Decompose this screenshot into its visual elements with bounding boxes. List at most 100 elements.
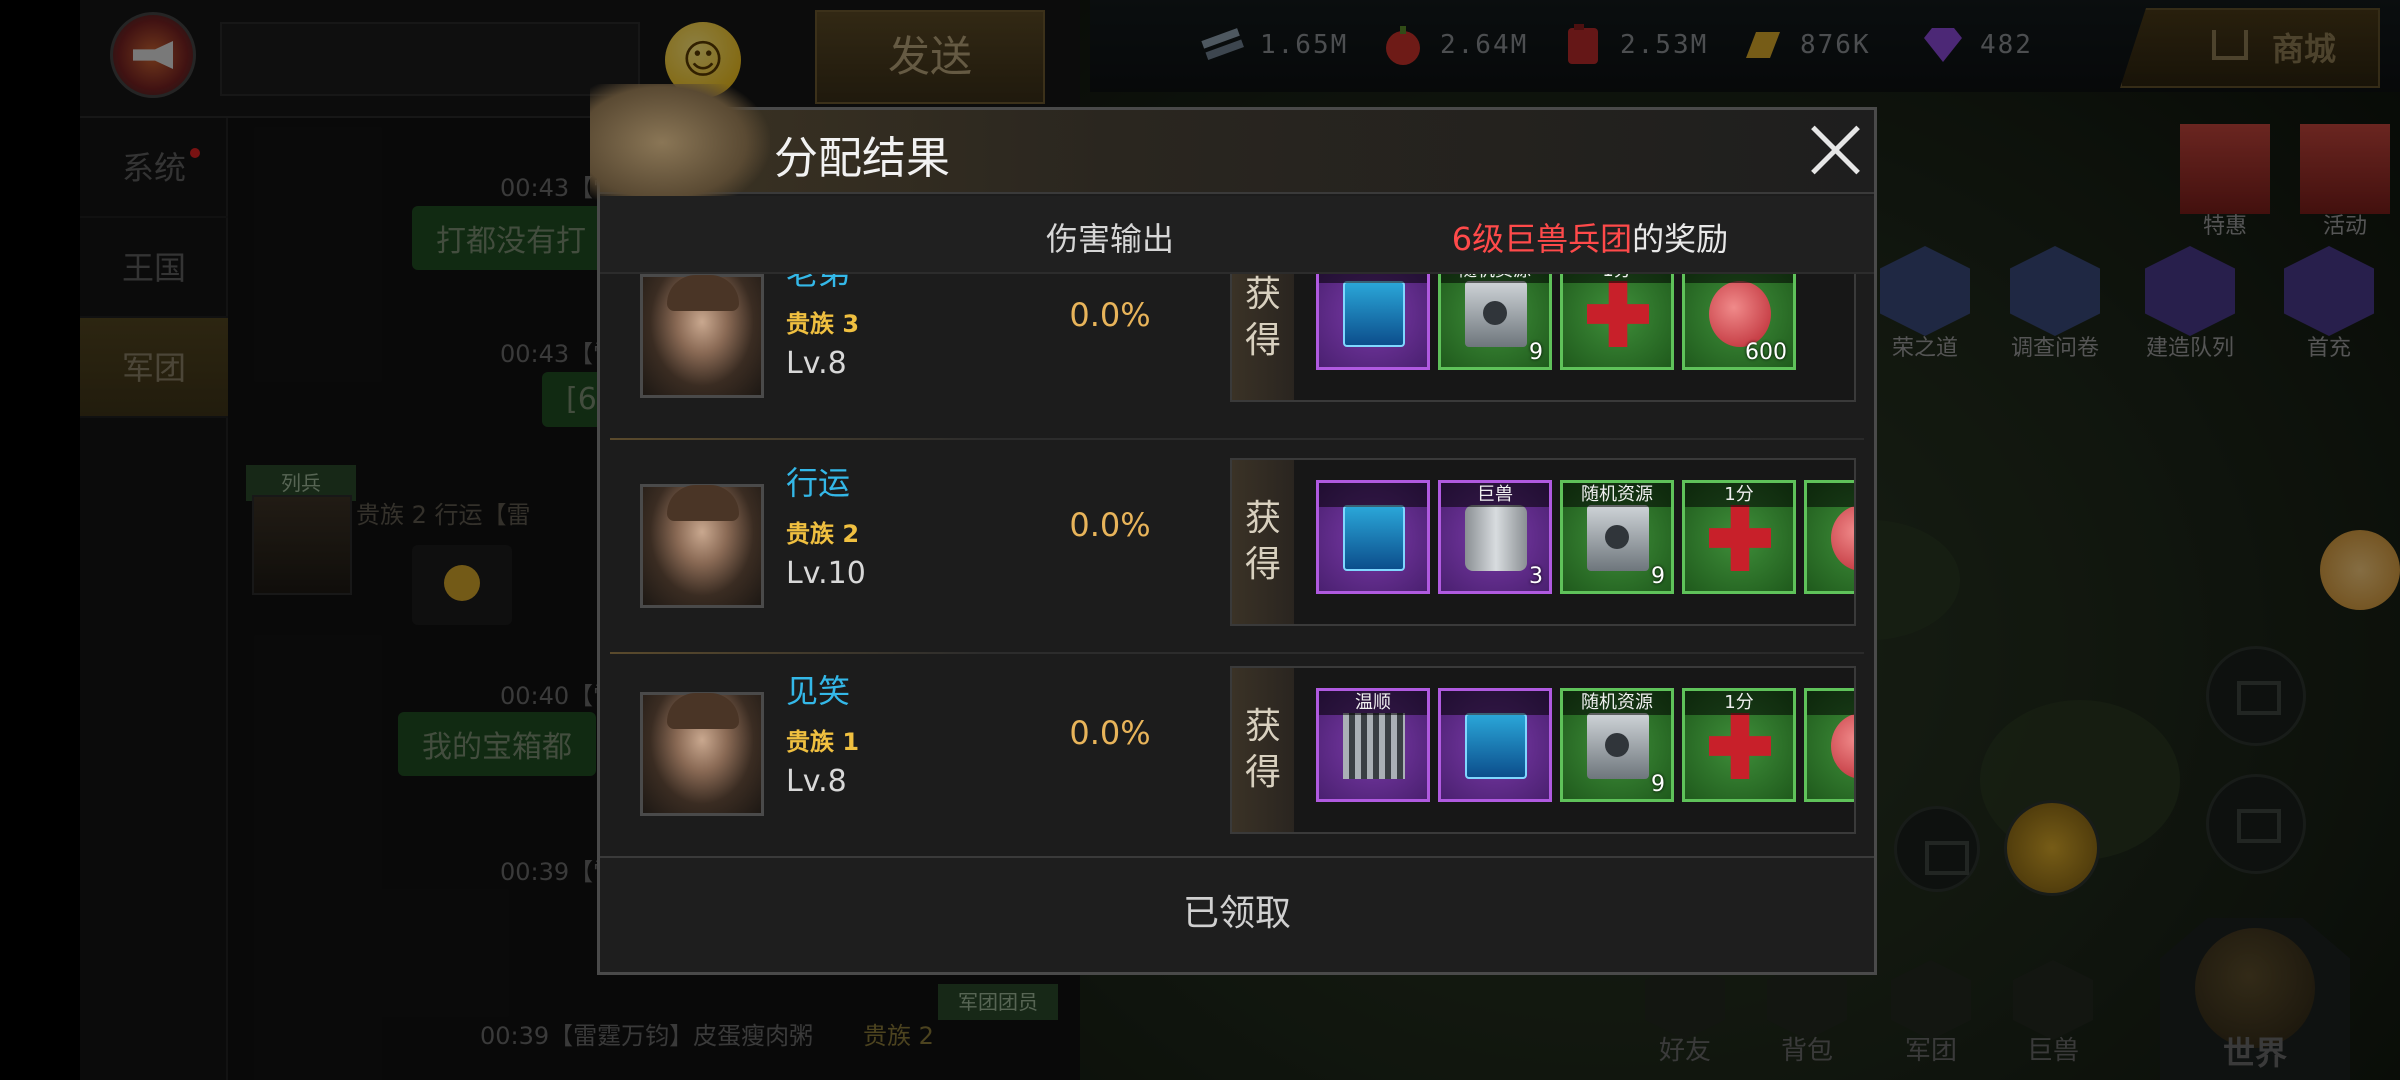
avatar[interactable]: [640, 274, 764, 398]
emoji-message[interactable]: [412, 545, 512, 625]
dialog-title: 分配结果: [774, 133, 950, 184]
damage-percent: 0.0%: [1069, 506, 1151, 544]
list-item: 行运 贵族 2 Lv.10 0.0% 获得 巨兽 3 随机资源 9 1分: [600, 444, 1874, 654]
megaphone-icon[interactable]: [110, 12, 196, 98]
food-icon: [1386, 26, 1420, 65]
event-survey[interactable]: 调查问卷: [2000, 246, 2110, 361]
message-title: 贵族 2: [863, 1022, 934, 1050]
message-bubble[interactable]: 我的宝箱都: [398, 712, 596, 776]
player-name: 行运: [786, 464, 851, 502]
noble-title: 贵族 2: [786, 520, 860, 548]
result-list[interactable]: 老弟 贵族 3 Lv.8 0.0% 获得 随机资源9 1分 600 行运 贵族 …: [600, 274, 1874, 954]
tab-kingdom[interactable]: 王国: [80, 218, 228, 318]
event-first-recharge[interactable]: 首充: [2274, 246, 2384, 361]
gem-icon: [1924, 28, 1962, 62]
reward-item[interactable]: 随机资源9: [1560, 480, 1674, 594]
reward-item[interactable]: [1438, 688, 1552, 802]
message-bubble[interactable]: 打都没有打: [412, 206, 610, 270]
reward-item[interactable]: 1分: [1682, 480, 1796, 594]
hammer-icon: [2237, 809, 2281, 843]
avatar[interactable]: [640, 692, 764, 816]
beast-icon: [2013, 960, 2093, 1040]
send-button[interactable]: 发送: [815, 10, 1045, 104]
reward-item[interactable]: 巨兽 3: [1438, 480, 1552, 594]
player-name: 见笑: [786, 672, 851, 710]
crane-icon: [2145, 246, 2235, 336]
nav-legion[interactable]: 军团: [1876, 960, 1986, 1070]
gold-bonus-button[interactable]: [2004, 800, 2100, 896]
game-screen: ☺ 发送 系统 王国 军团 00:43【雷 打都没有打 00:43【雷 [6 列…: [0, 0, 2400, 1080]
avatar[interactable]: [252, 495, 352, 595]
chat-input[interactable]: [220, 22, 640, 96]
get-label: 获得: [1232, 668, 1294, 832]
mail-button[interactable]: [2206, 646, 2306, 746]
reward-item[interactable]: 随机资源9: [1560, 688, 1674, 802]
chat-topbar: ☺ 发送: [80, 0, 1080, 118]
claimed-button[interactable]: 已领取: [1087, 884, 1387, 944]
tab-legion[interactable]: 军团: [80, 318, 228, 418]
get-label: 获得: [1232, 460, 1294, 624]
list-item: 老弟 贵族 3 Lv.8 0.0% 获得 随机资源9 1分 600: [600, 274, 1874, 440]
rank-tag: 军团团员: [938, 984, 1058, 1020]
reward-item[interactable]: [1804, 688, 1854, 802]
reward-item[interactable]: [1316, 480, 1430, 594]
dino-icon: [2284, 246, 2374, 336]
cart-icon: [2212, 30, 2248, 60]
avatar[interactable]: [640, 484, 764, 608]
noble-title: 贵族 3: [786, 310, 860, 338]
world-button[interactable]: 世界: [2160, 918, 2350, 1080]
oil-icon: [1568, 24, 1598, 64]
calendar-icon: [2300, 124, 2390, 214]
nav-backpack[interactable]: 背包: [1752, 960, 1862, 1070]
medal-icon: [1880, 246, 1970, 336]
chat-username: 贵族 2 行运【雷: [356, 501, 531, 529]
reward-item[interactable]: [1804, 480, 1854, 594]
player-name: 老弟: [786, 274, 850, 294]
event-build-queue[interactable]: 建造队列: [2135, 246, 2245, 361]
survey-icon: [2010, 246, 2100, 336]
shop-button[interactable]: 商城: [2120, 8, 2380, 88]
help-icon: [1925, 841, 1969, 875]
nav-beast[interactable]: 巨兽: [1998, 960, 2108, 1070]
gold-icon: [1746, 32, 1780, 58]
dialog-footer: 已领取: [600, 856, 1874, 972]
get-label: 获得: [1232, 274, 1294, 400]
damage-percent: 0.0%: [1069, 714, 1151, 752]
notification-dot: [190, 148, 200, 158]
message-time: 00:39【雷霆万钧】皮蛋瘦肉粥: [480, 1022, 814, 1050]
gift-icon: [2180, 124, 2270, 214]
cat-assistant-icon[interactable]: [2320, 530, 2400, 610]
nav-friends[interactable]: 好友: [1630, 960, 1740, 1070]
close-button[interactable]: [1807, 122, 1863, 178]
player-level: Lv.8: [786, 346, 847, 381]
reward-column-label: 6级巨兽兵团的奖励: [1451, 220, 1729, 258]
reward-item[interactable]: 温顺: [1316, 688, 1430, 802]
reward-item[interactable]: 1分: [1560, 274, 1674, 370]
damage-percent: 0.0%: [1069, 296, 1151, 334]
steel-icon: [1201, 28, 1244, 60]
chat-tabs: 系统 王国 军团: [80, 118, 228, 1080]
event-glory-road[interactable]: 荣之道: [1870, 246, 1980, 361]
dialog-header: 分配结果: [590, 84, 1874, 214]
reward-item[interactable]: 随机资源9: [1438, 274, 1552, 370]
legion-icon: [1891, 960, 1971, 1040]
reward-box: 获得 温顺 随机资源 9 1分: [1230, 666, 1856, 834]
reward-item[interactable]: 1分: [1682, 688, 1796, 802]
player-level: Lv.8: [786, 764, 847, 799]
reward-box: 获得 巨兽 3 随机资源 9 1分: [1230, 458, 1856, 626]
column-header: 伤害输出 6级巨兽兵团的奖励: [600, 196, 1874, 274]
event-special-offer[interactable]: 特惠: [2170, 124, 2280, 239]
event-activity[interactable]: 活动: [2290, 124, 2400, 239]
player-level: Lv.10: [786, 556, 866, 591]
build-button[interactable]: [2206, 774, 2306, 874]
dinosaur-emblem: [590, 84, 770, 214]
reward-box: 获得 随机资源9 1分 600: [1230, 274, 1856, 402]
noble-title: 贵族 1: [786, 728, 860, 756]
tab-system[interactable]: 系统: [80, 118, 228, 218]
mail-icon: [2237, 681, 2281, 715]
reward-item[interactable]: [1316, 274, 1430, 370]
reward-item[interactable]: 600: [1682, 274, 1796, 370]
alliance-help-button[interactable]: [1894, 806, 1980, 892]
list-item: 见笑 贵族 1 Lv.8 0.0% 获得 温顺 随机资源 9 1分: [600, 654, 1874, 864]
damage-column-label: 伤害输出: [1045, 220, 1174, 258]
